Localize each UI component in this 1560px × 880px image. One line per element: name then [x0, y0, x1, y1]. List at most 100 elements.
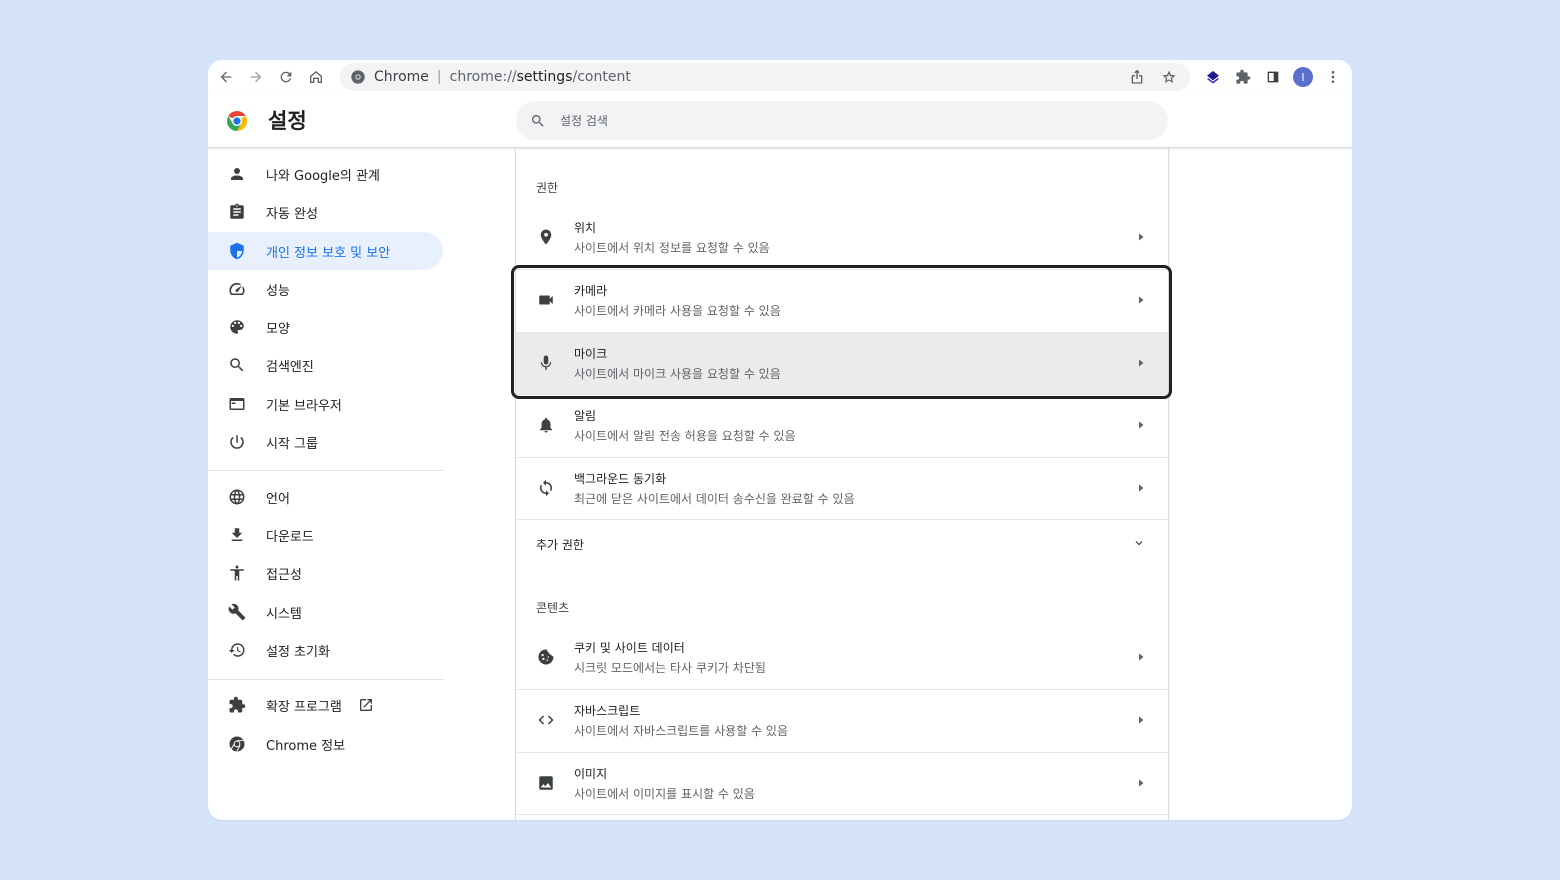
chevron-down-icon [1135, 541, 1143, 546]
sidebar-item-label: 개인 정보 보호 및 보안 [266, 245, 391, 261]
url-host: settings [516, 69, 573, 85]
more-vert-icon [1331, 71, 1335, 83]
clipboard-icon [230, 203, 244, 219]
sidebar-item-label: 검색엔진 [266, 359, 314, 375]
search-icon [531, 114, 544, 127]
nav-buttons [211, 62, 331, 92]
arrow-right-icon [250, 71, 262, 83]
additional-permissions-toggle[interactable]: 추가 권한 [516, 519, 1168, 565]
accessibility-icon [230, 565, 244, 581]
shield-icon [230, 242, 244, 260]
sidebar-item-reset[interactable]: 설정 초기화 [208, 631, 443, 669]
sidebar-item-autofill[interactable]: 자동 완성 [208, 193, 443, 231]
sidebar-item-label: 시작 그룹 [266, 436, 318, 452]
permission-row-camera[interactable]: 카메라 사이트에서 카메라 사용을 요청할 수 있음 [516, 269, 1168, 331]
arrow-right-icon [1139, 716, 1144, 724]
content-row-images[interactable]: 이미지 사이트에서 이미지를 표시할 수 있음 [516, 752, 1168, 814]
layers-extension-icon [1207, 71, 1219, 84]
home-icon [310, 71, 322, 83]
search-icon [230, 358, 244, 372]
permission-row-location[interactable]: 위치 사이트에서 위치 정보를 요청할 수 있음 [516, 207, 1168, 269]
sidebar-item-label: 접근성 [266, 567, 302, 583]
sidebar-item-you-and-google[interactable]: 나와 Google의 관계 [208, 155, 443, 193]
sidebar-item-default-browser[interactable]: 기본 브라우저 [208, 385, 443, 423]
sidebar-item-extensions[interactable]: 확장 프로그램 [208, 686, 443, 724]
permission-row-background-sync[interactable]: 백그라운드 동기화 최근에 닫은 사이트에서 데이터 송수신을 완료할 수 있음 [516, 457, 1168, 519]
palette-icon [230, 320, 244, 334]
row-title: 이미지 [574, 767, 608, 781]
location-pin-icon [540, 229, 552, 245]
omnibox-actions [1124, 63, 1182, 91]
reload-icon [280, 71, 292, 83]
chrome-site-icon [351, 70, 365, 84]
browser-window: Chrome | chrome://settings/content I 설정 … [208, 60, 1352, 820]
chrome-menu-button[interactable] [1318, 62, 1348, 92]
sidebar-item-label: 언어 [266, 491, 290, 507]
sidebar-item-downloads[interactable]: 다운로드 [208, 516, 443, 554]
sidebar-item-label: 나와 Google의 관계 [266, 168, 380, 184]
sidebar-item-search-engine[interactable]: 검색엔진 [208, 346, 443, 384]
back-button[interactable] [211, 62, 241, 92]
globe-icon [229, 489, 245, 505]
speedometer-icon [229, 282, 245, 296]
row-description: 사이트에서 카메라 사용을 요청할 수 있음 [574, 304, 781, 318]
permissions-heading: 권한 [536, 181, 559, 195]
download-icon [231, 528, 243, 541]
sidebar-item-label: 모양 [266, 321, 290, 337]
arrow-right-icon [1139, 296, 1144, 304]
toolbar-right: I [1198, 62, 1348, 92]
profile-button[interactable]: I [1288, 62, 1318, 92]
power-icon [230, 435, 244, 449]
extension-button[interactable] [1198, 62, 1228, 92]
sidebar-item-accessibility[interactable]: 접근성 [208, 554, 443, 592]
sidebar-item-label: 설정 초기화 [266, 644, 330, 660]
row-description: 최근에 닫은 사이트에서 데이터 송수신을 완료할 수 있음 [574, 492, 855, 506]
extensions-menu-button[interactable] [1228, 62, 1258, 92]
row-description: 시크릿 모드에서는 타사 쿠키가 차단됨 [574, 661, 766, 675]
arrow-right-icon [1139, 359, 1144, 367]
forward-button[interactable] [241, 62, 271, 92]
origin-chip: Chrome [374, 69, 429, 85]
sidebar-item-on-startup[interactable]: 시작 그룹 [208, 423, 443, 461]
address-bar[interactable]: Chrome | chrome://settings/content [340, 63, 1190, 91]
content-row-cookies[interactable]: 쿠키 및 사이트 데이터 시크릿 모드에서는 타사 쿠키가 차단됨 [516, 627, 1168, 689]
sidebar-item-system[interactable]: 시스템 [208, 593, 443, 631]
home-button[interactable] [301, 62, 331, 92]
arrow-right-icon [1139, 484, 1144, 492]
row-description: 사이트에서 이미지를 표시할 수 있음 [574, 787, 755, 801]
settings-header: 설정 [208, 94, 1352, 148]
arrow-right-icon [1139, 779, 1144, 787]
bell-icon [540, 417, 552, 433]
share-icon [1131, 69, 1143, 84]
share-button[interactable] [1124, 64, 1150, 90]
sidebar-item-label: 기본 브라우저 [266, 398, 342, 414]
sidebar-item-about-chrome[interactable]: Chrome 정보 [208, 725, 443, 763]
sidebar-divider [208, 679, 444, 680]
row-title: 알림 [574, 409, 597, 423]
settings-search[interactable] [516, 101, 1168, 140]
origin-separator: | [436, 69, 442, 85]
image-icon [539, 776, 553, 790]
row-title: 카메라 [574, 284, 608, 298]
bookmark-button[interactable] [1156, 64, 1182, 90]
sidebar-item-privacy-security[interactable]: 개인 정보 보호 및 보안 [208, 232, 443, 270]
sidebar-item-appearance[interactable]: 모양 [208, 308, 443, 346]
sidebar-item-label: 확장 프로그램 [266, 699, 342, 715]
cookie-icon [538, 649, 554, 665]
side-panel-icon [1267, 71, 1279, 83]
wrench-icon [228, 603, 246, 621]
browser-icon [229, 398, 245, 410]
side-panel-button[interactable] [1258, 62, 1288, 92]
permission-row-notifications[interactable]: 알림 사이트에서 알림 전송 허용을 요청할 수 있음 [516, 394, 1168, 456]
content-row-partial [516, 814, 1168, 820]
sidebar-item-languages[interactable]: 언어 [208, 478, 443, 516]
search-input[interactable] [560, 113, 1120, 128]
open-in-new-icon [359, 699, 372, 711]
sidebar-item-performance[interactable]: 성능 [208, 270, 443, 308]
content-row-javascript[interactable]: 자바스크립트 사이트에서 자바스크립트를 사용할 수 있음 [516, 689, 1168, 751]
url-scheme: chrome:// [449, 69, 517, 85]
reload-button[interactable] [271, 62, 301, 92]
page-title: 설정 [268, 109, 307, 133]
permission-row-microphone[interactable]: 마이크 사이트에서 마이크 사용을 요청할 수 있음 [516, 332, 1168, 394]
arrow-right-icon [1139, 421, 1144, 429]
